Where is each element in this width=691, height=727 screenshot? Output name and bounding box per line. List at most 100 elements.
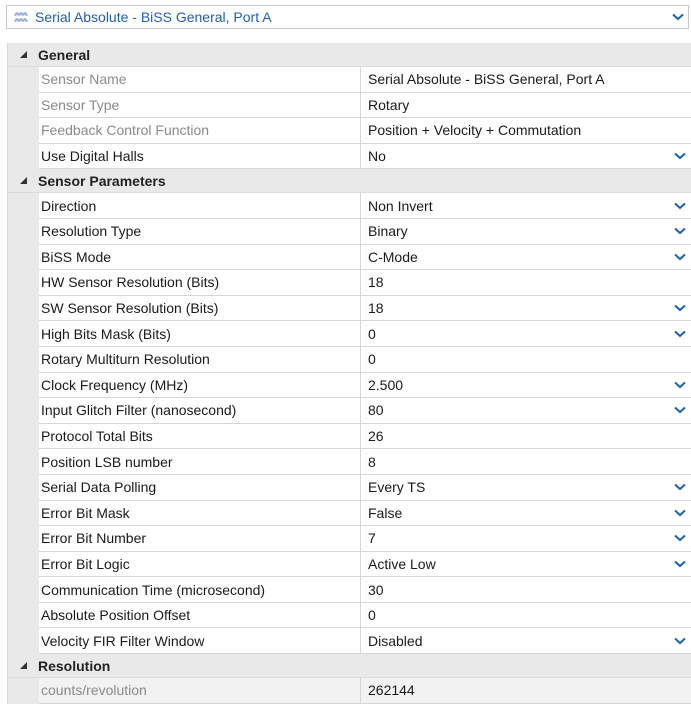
row-gutter	[8, 602, 39, 629]
property-row: HW Sensor Resolution (Bits) 18	[8, 270, 691, 296]
row-gutter	[8, 143, 39, 170]
chevron-down-icon[interactable]	[668, 560, 691, 568]
property-value: Rotary	[361, 93, 691, 119]
property-name: Feedback Control Function	[39, 118, 361, 144]
property-value[interactable]: Disabled	[361, 628, 691, 655]
property-name: Serial Data Polling	[39, 474, 361, 501]
property-name: Protocol Total Bits	[39, 423, 361, 450]
property-row: Resolution Type Binary	[8, 218, 691, 245]
property-value[interactable]: 7	[361, 526, 691, 552]
property-value[interactable]: 26	[361, 424, 691, 450]
property-value-text: 8	[368, 453, 376, 470]
serial-sensor-icon	[13, 11, 29, 23]
property-value[interactable]: 0	[361, 603, 691, 629]
property-row: counts/revolution 262144	[8, 678, 691, 704]
collapse-triangle-icon[interactable]	[8, 50, 38, 59]
property-value-text: 262144	[368, 682, 415, 699]
property-value-text: Active Low	[368, 555, 436, 572]
property-value[interactable]: Active Low	[361, 552, 691, 578]
chevron-down-icon[interactable]	[668, 227, 691, 235]
property-row: SW Sensor Resolution (Bits) 18	[8, 295, 691, 322]
chevron-down-icon[interactable]	[668, 330, 691, 338]
property-value[interactable]: 0	[361, 347, 691, 373]
collapse-triangle-icon[interactable]	[8, 176, 38, 185]
property-row: Serial Data Polling Every TS	[8, 474, 691, 501]
group-header[interactable]: Resolution	[8, 654, 691, 679]
property-name: Communication Time (microsecond)	[39, 577, 361, 603]
property-row: Error Bit Mask False	[8, 500, 691, 527]
property-value: 262144	[361, 678, 691, 704]
property-value[interactable]: C-Mode	[361, 245, 691, 271]
property-name: Sensor Type	[39, 92, 361, 119]
row-gutter	[8, 118, 39, 144]
property-value[interactable]: Binary	[361, 219, 691, 245]
chevron-down-icon[interactable]	[668, 509, 691, 517]
chevron-down-icon[interactable]	[668, 253, 691, 261]
sensor-selector[interactable]: Serial Absolute - BiSS General, Port A	[6, 5, 689, 29]
property-value[interactable]: 80	[361, 398, 691, 424]
group-label: Resolution	[38, 657, 111, 674]
chevron-down-icon[interactable]	[668, 152, 691, 160]
property-value[interactable]: 18	[361, 270, 691, 296]
row-gutter	[8, 92, 39, 119]
property-value-text: 30	[368, 581, 384, 598]
chevron-down-icon[interactable]	[668, 406, 691, 414]
row-gutter	[8, 474, 39, 501]
row-gutter	[8, 551, 39, 578]
property-row: Protocol Total Bits 26	[8, 423, 691, 450]
property-row: Direction Non Invert	[8, 193, 691, 219]
property-row: Velocity FIR Filter Window Disabled	[8, 628, 691, 655]
property-name: BiSS Mode	[39, 244, 361, 271]
property-row: Position LSB number 8	[8, 449, 691, 475]
group-label: Sensor Parameters	[38, 172, 166, 189]
property-value: Serial Absolute - BiSS General, Port A	[361, 67, 691, 93]
collapse-triangle-icon[interactable]	[8, 661, 38, 670]
property-value[interactable]: 18	[361, 296, 691, 322]
property-value[interactable]: 30	[361, 577, 691, 603]
row-gutter	[8, 526, 39, 552]
property-value[interactable]: 8	[361, 449, 691, 475]
property-row: Sensor Type Rotary	[8, 92, 691, 119]
chevron-down-icon[interactable]	[668, 483, 691, 491]
property-name: Resolution Type	[39, 218, 361, 245]
property-value[interactable]: Every TS	[361, 475, 691, 501]
property-row: Sensor Name Serial Absolute - BiSS Genera…	[8, 67, 691, 93]
property-value-text: 26	[368, 428, 384, 445]
chevron-down-icon[interactable]	[668, 202, 691, 210]
property-value-text: 7	[368, 530, 376, 547]
chevron-down-icon[interactable]	[668, 13, 688, 21]
chevron-down-icon[interactable]	[668, 637, 691, 645]
property-value-text: 0	[368, 607, 376, 624]
group-header[interactable]: General	[8, 43, 691, 67]
property-row: Rotary Multiturn Resolution 0	[8, 346, 691, 373]
property-value-text: Non Invert	[368, 197, 433, 214]
chevron-down-icon[interactable]	[668, 534, 691, 542]
property-value[interactable]: 2.500	[361, 373, 691, 399]
property-value[interactable]: False	[361, 501, 691, 527]
row-gutter	[8, 218, 39, 245]
property-value-text: False	[368, 504, 403, 521]
property-value[interactable]: 0	[361, 321, 691, 347]
chevron-down-icon[interactable]	[668, 381, 691, 389]
property-name: Position LSB number	[39, 449, 361, 475]
property-value-text: 18	[368, 274, 384, 291]
sensor-selector-label: Serial Absolute - BiSS General, Port A	[35, 9, 272, 25]
group-label: General	[38, 46, 91, 63]
group-header[interactable]: Sensor Parameters	[8, 169, 691, 194]
property-value: Position + Velocity + Commutation	[361, 118, 691, 144]
property-value-text: 2.500	[368, 376, 404, 393]
row-gutter	[8, 423, 39, 450]
property-value-text: No	[368, 148, 386, 165]
property-row: Clock Frequency (MHz) 2.500	[8, 372, 691, 399]
property-value[interactable]: Non Invert	[361, 193, 691, 219]
property-name: Input Glitch Filter (nanosecond)	[39, 398, 361, 424]
row-gutter	[8, 295, 39, 322]
row-gutter	[8, 678, 39, 704]
property-value-text: Rotary	[368, 96, 410, 113]
chevron-down-icon[interactable]	[668, 304, 691, 312]
row-gutter	[8, 321, 39, 347]
property-value-text: Disabled	[368, 632, 423, 649]
property-value[interactable]: No	[361, 144, 691, 170]
property-row: Use Digital Halls No	[8, 143, 691, 170]
property-name: Error Bit Number	[39, 526, 361, 552]
